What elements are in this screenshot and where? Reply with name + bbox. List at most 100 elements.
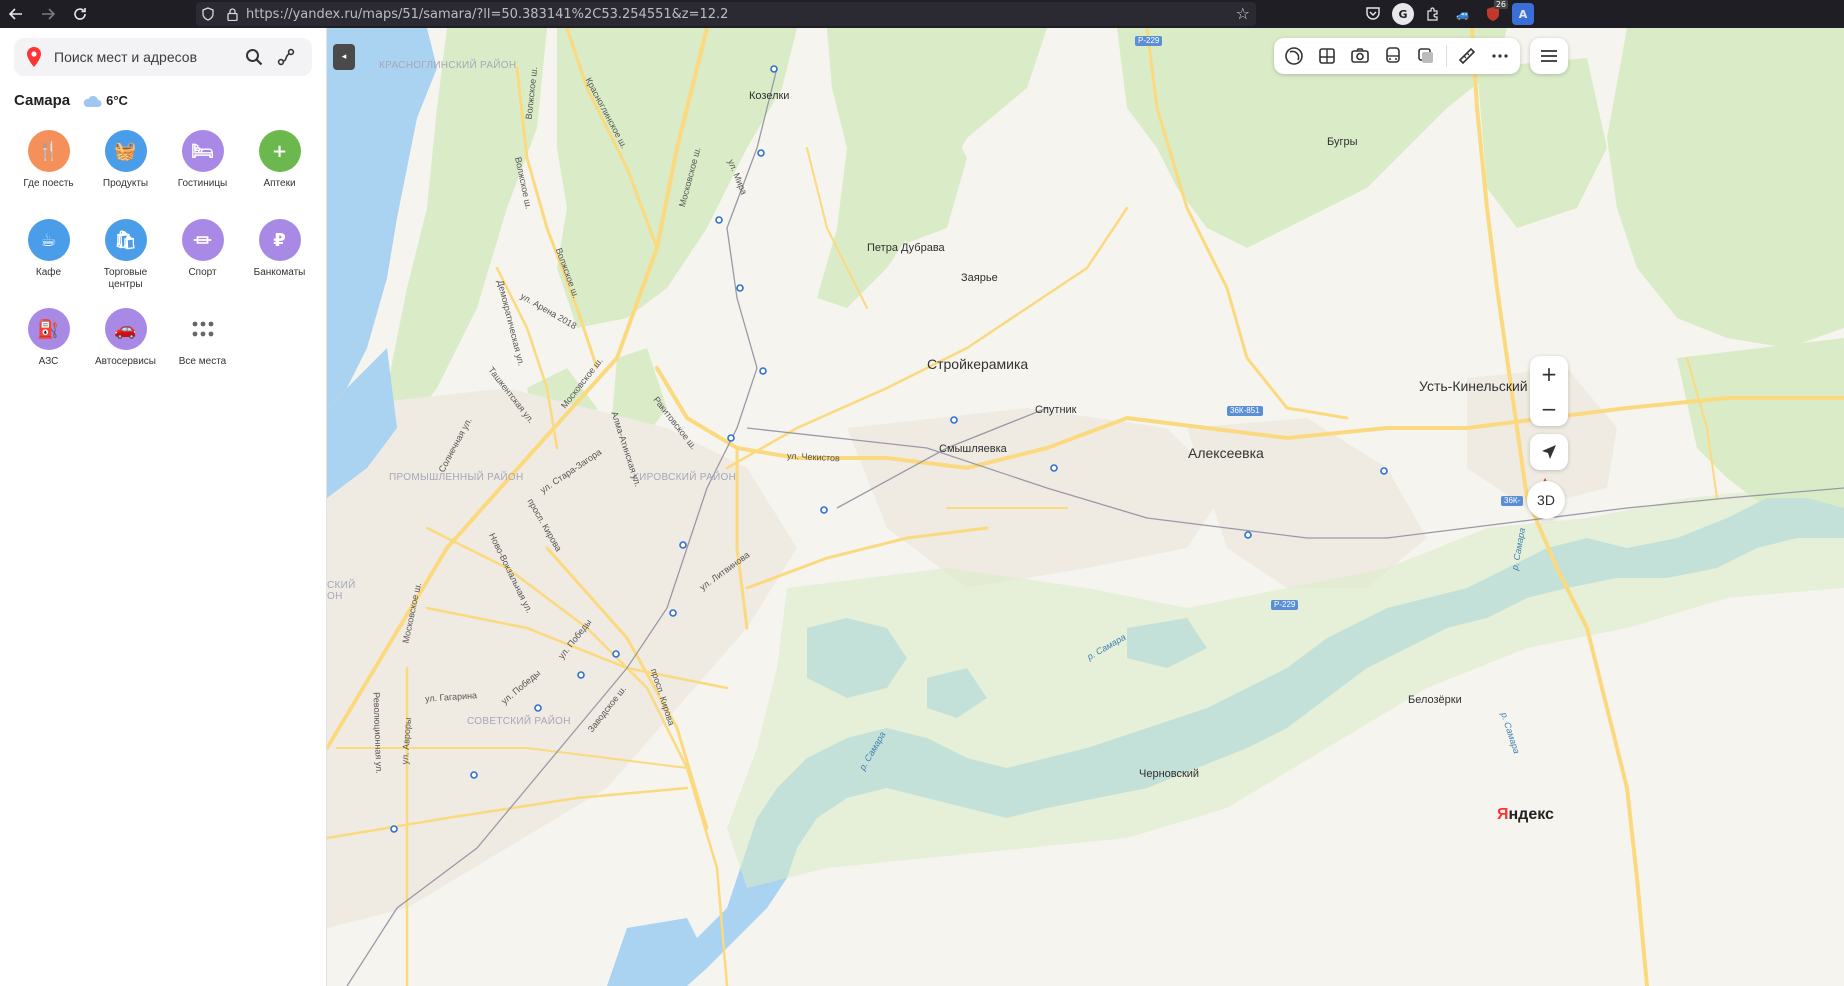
yandex-logo[interactable]: Яндекс (1497, 806, 1554, 824)
address-bar[interactable]: https://yandex.ru/maps/51/samara/?ll=50.… (196, 2, 1256, 26)
bookmark-star-icon[interactable]: ☆ (1236, 4, 1250, 23)
reload-button[interactable] (64, 0, 96, 28)
coffee-cup-icon: ☕ (27, 219, 70, 261)
zoom-in-button[interactable]: + (1530, 356, 1568, 391)
road-shield: 36К- (1501, 496, 1524, 506)
ruble-icon: ₽ (258, 219, 301, 261)
category-label: Где поесть (23, 178, 74, 189)
location-pin-icon (27, 47, 41, 67)
car-extension-icon[interactable]: 🚙 (1452, 3, 1474, 25)
back-button[interactable] (0, 0, 32, 28)
road-shield: 36К-851 (1227, 406, 1263, 416)
district-label: КИРОВСКИЙ РАЙОН (633, 472, 737, 483)
toolbar-divider (1445, 45, 1447, 67)
category-shopping-bag[interactable]: 🛍 Торговые центры (87, 219, 164, 294)
reload-icon (74, 8, 86, 20)
toggle-3d-button[interactable]: 3D (1527, 481, 1565, 519)
translate-icon[interactable]: A (1512, 3, 1534, 25)
hamburger-menu-button[interactable] (1530, 38, 1568, 74)
url-text: https://yandex.ru/maps/51/samara/?ll=50.… (246, 6, 729, 22)
place-label: Козелки (749, 90, 790, 102)
layers-stack-icon[interactable] (1413, 43, 1439, 69)
search-icon[interactable] (242, 45, 266, 69)
map-graphics (327, 28, 1844, 986)
category-grid: 🍴 Где поесть 🧺 Продукты 🛏 Гостиницы + Аптеки ☕ Ка… (10, 130, 318, 383)
district-label: СКИЙ ОН (327, 580, 356, 602)
menu-icon (1541, 50, 1557, 62)
arrow-left-icon (9, 8, 22, 20)
route-icon[interactable] (274, 45, 298, 69)
place-label: Черновский (1139, 768, 1200, 780)
panorama-icon[interactable] (1314, 43, 1340, 69)
search-input[interactable]: Поиск мест и адресов (54, 49, 242, 65)
location-arrow-icon (1542, 445, 1556, 459)
category-label: Кафе (35, 267, 62, 278)
temperature: 6°C (106, 93, 128, 108)
ublock-icon[interactable]: 26 (1482, 0, 1508, 25)
category-label: Банкоматы (253, 267, 306, 278)
ruler-icon[interactable] (1454, 43, 1480, 69)
shield-icon[interactable] (196, 2, 220, 26)
city-name[interactable]: Самара (14, 92, 70, 109)
cloud-icon: 6°C (82, 93, 128, 108)
extensions-area: G 🚙 26 A (1362, 0, 1534, 25)
district-label: ПРОМЫШЛЕННЫЙ РАЙОН (389, 472, 524, 483)
zoom-control: + − (1530, 356, 1568, 426)
car-service-icon: 🚗 (104, 308, 147, 350)
pocket-icon[interactable] (1362, 3, 1384, 25)
place-label: Усть-Кинельский (1419, 378, 1528, 394)
bus-icon[interactable] (1380, 43, 1406, 69)
sidebar: Поиск мест и адресов Самара 6°C 🍴 Где пое… (0, 28, 327, 986)
zoom-out-button[interactable]: − (1530, 391, 1568, 426)
lock-icon[interactable] (220, 2, 244, 26)
city-weather: Самара 6°C (14, 92, 128, 109)
more-dots-icon[interactable] (1487, 43, 1513, 69)
district-label: СОВЕТСКИЙ РАЙОН (467, 716, 571, 727)
puzzle-extension-icon[interactable] (1422, 3, 1444, 25)
place-label: Спутник (1035, 404, 1077, 416)
category-pharmacy[interactable]: + Аптеки (241, 130, 318, 205)
place-label: Заярье (961, 272, 998, 284)
category-label: Продукты (102, 178, 149, 189)
category-ruble[interactable]: ₽ Банкоматы (241, 219, 318, 294)
category-label: Аптеки (263, 178, 296, 189)
place-label: Смышляевка (939, 443, 1007, 455)
basket-icon: 🧺 (104, 130, 147, 172)
category-basket[interactable]: 🧺 Продукты (87, 130, 164, 205)
grammarly-icon[interactable]: G (1392, 3, 1414, 25)
browser-toolbar: https://yandex.ru/maps/51/samara/?ll=50.… (0, 0, 1844, 28)
category-label: АЗС (38, 356, 59, 367)
road-shield: Р-229 (1271, 600, 1299, 610)
category-grid-dots[interactable]: Все места (164, 308, 241, 383)
category-dumbbell[interactable]: ⏛ Спорт (164, 219, 241, 294)
map-toolbar (1274, 38, 1520, 74)
collapse-sidebar-button[interactable]: ◂ (333, 44, 355, 70)
grid-dots-icon (181, 308, 224, 350)
place-label: Алексеевка (1188, 445, 1264, 461)
category-car-service[interactable]: 🚗 Автосервисы (87, 308, 164, 383)
map-canvas[interactable]: ◂ КРАСНОГЛИНСКИЙ РАЙОН Козелки Бугры Пет… (327, 28, 1844, 986)
shopping-bag-icon: 🛍 (104, 219, 147, 261)
category-coffee-cup[interactable]: ☕ Кафе (10, 219, 87, 294)
layers-icon[interactable] (1281, 43, 1307, 69)
arrow-right-icon (42, 8, 55, 20)
fuel-pump-icon: ⛽ (27, 308, 70, 350)
extension-badge: 26 (1493, 0, 1508, 9)
place-label: Бугры (1327, 136, 1358, 148)
search-bar[interactable]: Поиск мест и адресов (14, 38, 312, 76)
place-label: Белозёрки (1408, 694, 1462, 706)
camera-icon[interactable] (1347, 43, 1373, 69)
forward-button[interactable] (32, 0, 64, 28)
category-label: Торговые центры (103, 267, 148, 290)
road-shield: Р-229 (1135, 36, 1163, 46)
pharmacy-icon: + (258, 130, 301, 172)
bed-icon: 🛏 (181, 130, 224, 172)
category-label: Автосервисы (94, 356, 156, 367)
category-label: Спорт (188, 267, 217, 278)
category-bed[interactable]: 🛏 Гостиницы (164, 130, 241, 205)
category-fuel-pump[interactable]: ⛽ АЗС (10, 308, 87, 383)
dumbbell-icon: ⏛ (181, 219, 224, 261)
district-label: КРАСНОГЛИНСКИЙ РАЙОН (379, 60, 517, 71)
my-location-button[interactable] (1530, 434, 1568, 470)
category-fork-knife[interactable]: 🍴 Где поесть (10, 130, 87, 205)
